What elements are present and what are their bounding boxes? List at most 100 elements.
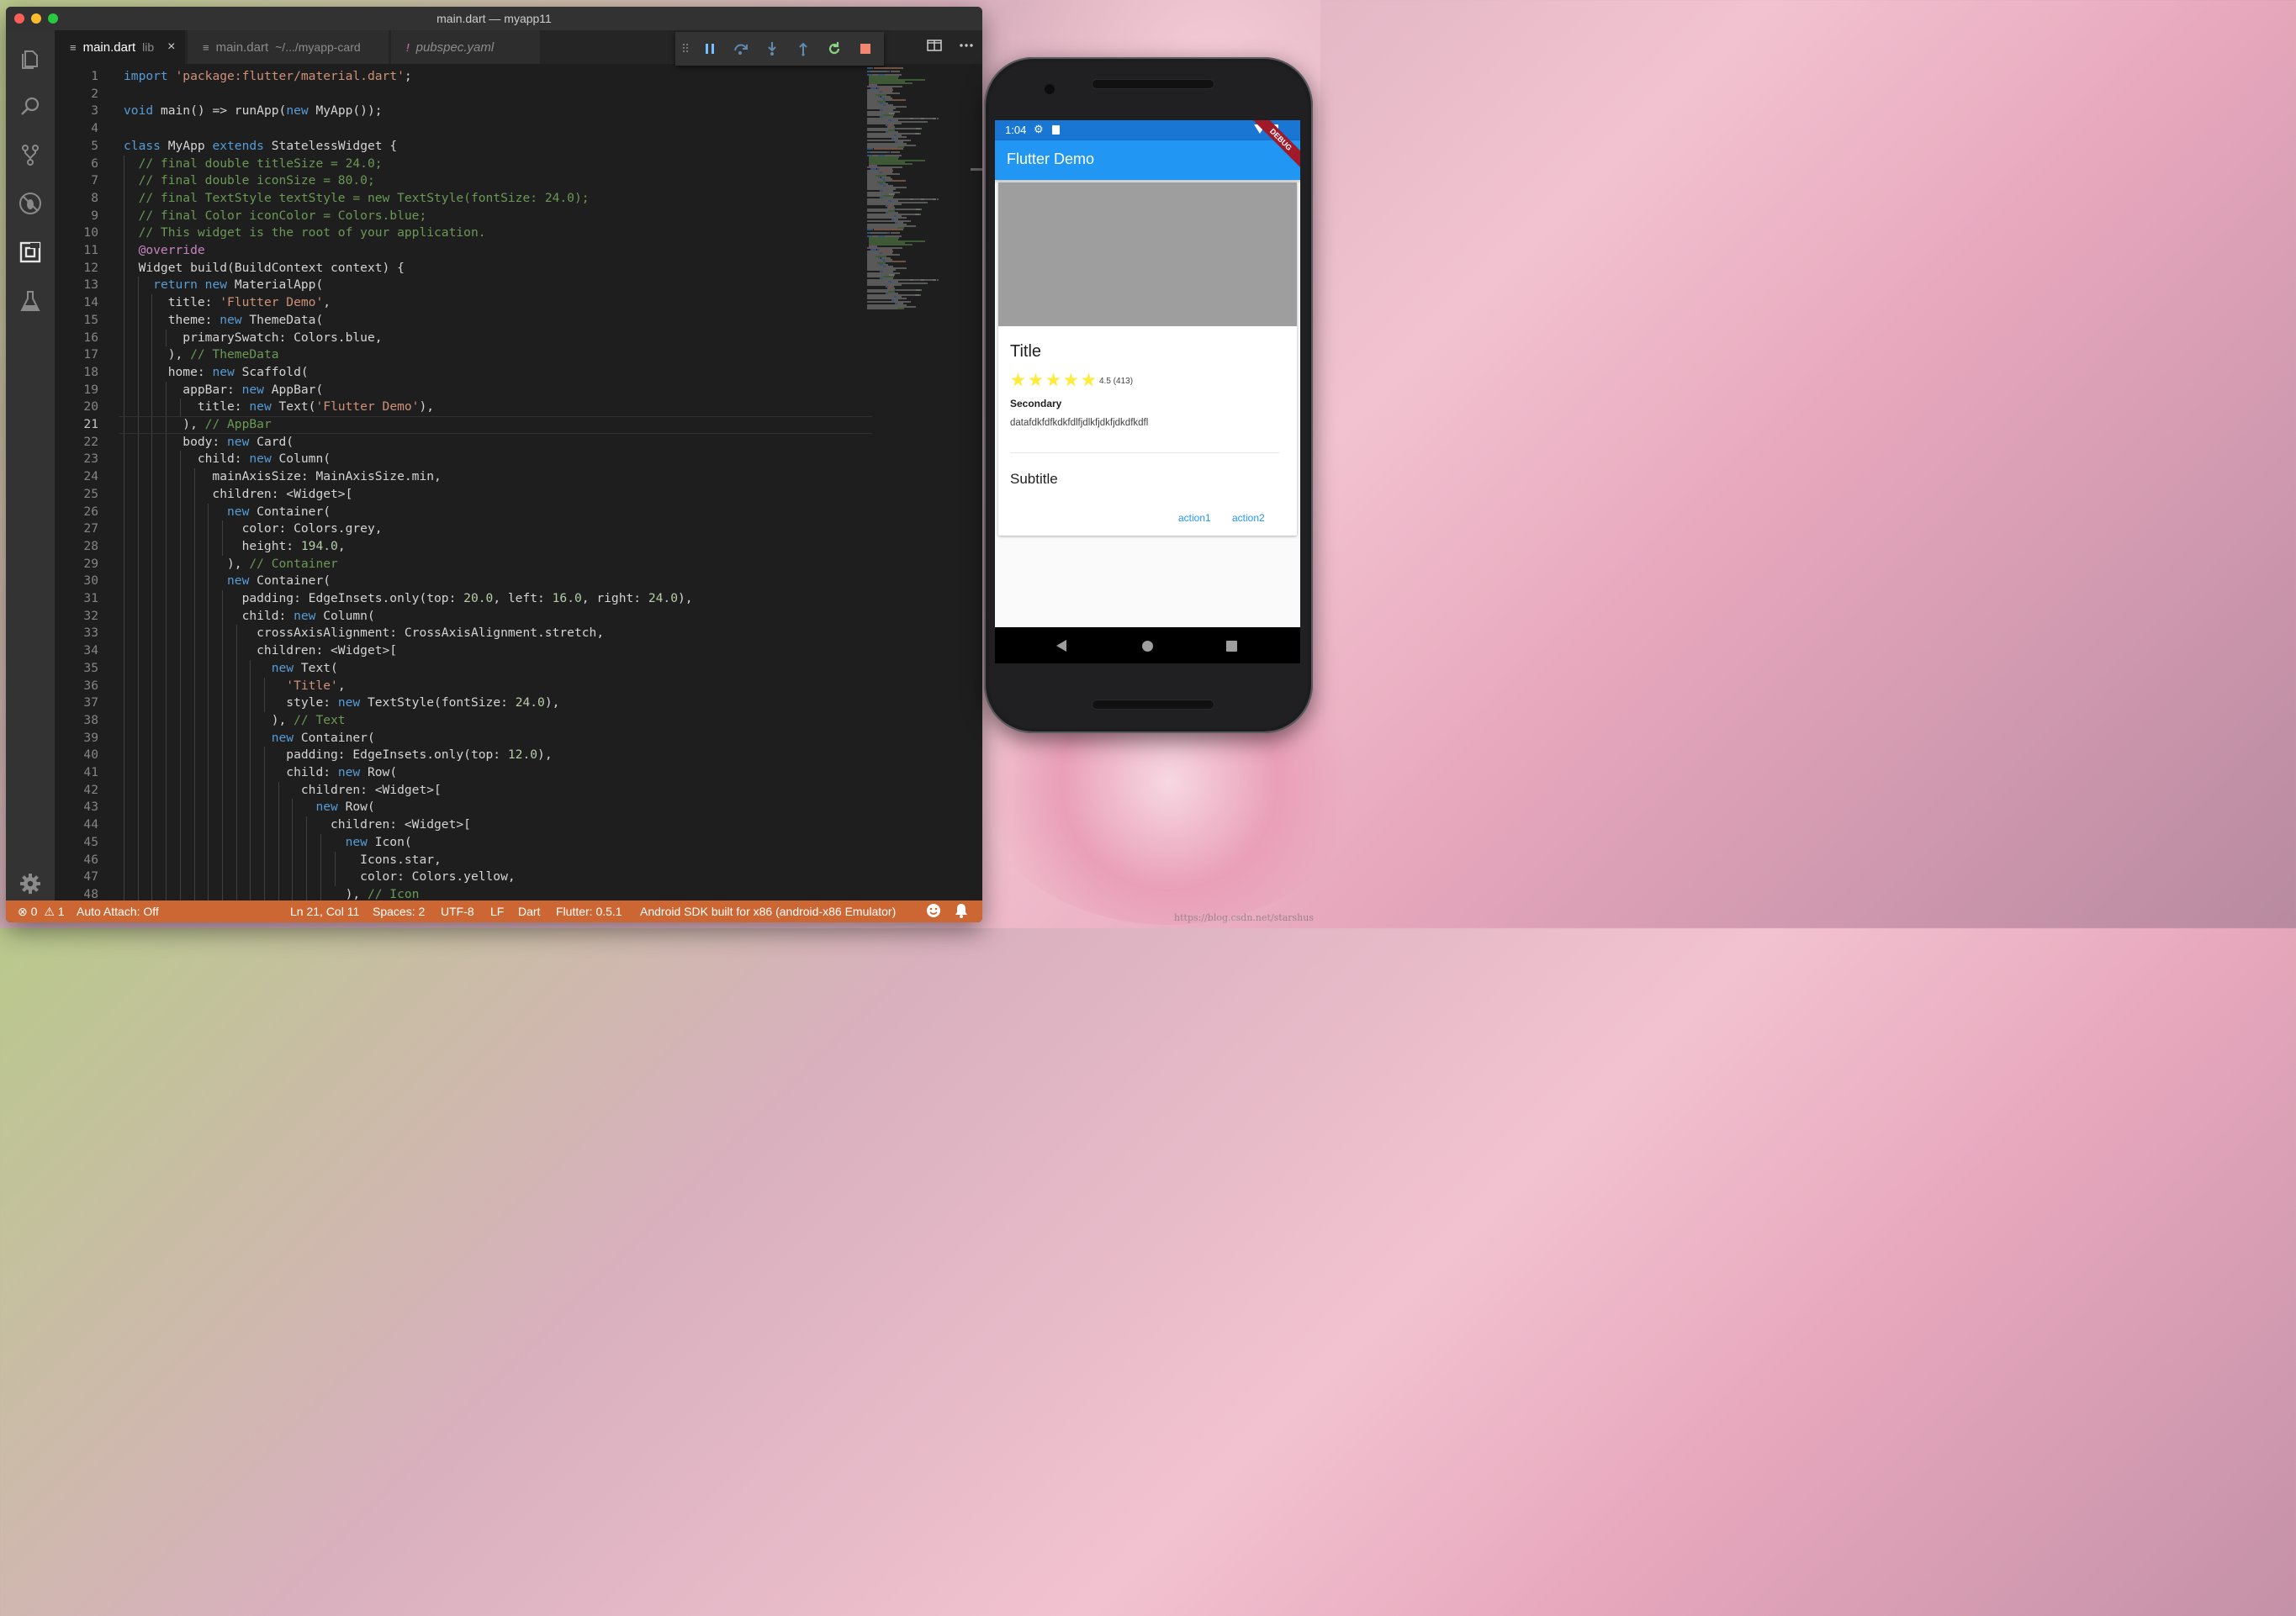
code-line[interactable]: 36 'Title',	[55, 678, 872, 695]
flutter-version[interactable]: Flutter: 0.5.1	[556, 905, 622, 918]
encoding-status[interactable]: UTF-8	[441, 905, 474, 918]
code-line[interactable]: 46 Icons.star,	[55, 852, 872, 869]
code-line[interactable]: 45 new Icon(	[55, 834, 872, 852]
smiley-feedback-icon[interactable]	[926, 903, 941, 921]
code-line[interactable]: 28 height: 194.0,	[55, 538, 872, 556]
drag-handle-icon[interactable]: ⠿	[675, 42, 694, 56]
notifications-bell-icon[interactable]	[955, 903, 968, 921]
code-line[interactable]: 15 theme: new ThemeData(	[55, 312, 872, 330]
code-editor[interactable]: 1 import 'package:flutter/material.dart';…	[55, 64, 872, 900]
cursor-position[interactable]: Ln 21, Col 11	[290, 905, 359, 918]
code-line[interactable]: 33 crossAxisAlignment: CrossAxisAlignmen…	[55, 625, 872, 642]
debug-icon[interactable]	[18, 191, 43, 216]
stop-button[interactable]	[849, 32, 881, 66]
action1-button[interactable]: action1	[1178, 512, 1211, 524]
code-line[interactable]: 31 padding: EdgeInsets.only(top: 20.0, l…	[55, 590, 872, 608]
search-icon[interactable]	[18, 94, 43, 119]
code-line[interactable]: 44 children: <Widget>[	[55, 816, 872, 834]
recents-nav-icon[interactable]	[1226, 641, 1237, 652]
code-line[interactable]: 8 // final TextStyle textStyle = new Tex…	[55, 190, 872, 208]
code-line[interactable]: 14 title: 'Flutter Demo',	[55, 294, 872, 312]
code-token: 24.0	[648, 591, 679, 605]
code-line[interactable]: 17 ), // ThemeData	[55, 346, 872, 364]
code-line[interactable]: 3 void main() => runApp(new MyApp());	[55, 103, 872, 120]
code-line[interactable]: 43 new Row(	[55, 799, 872, 816]
action2-button[interactable]: action2	[1232, 512, 1265, 524]
code-line[interactable]: 40 padding: EdgeInsets.only(top: 12.0),	[55, 747, 872, 764]
test-flask-icon[interactable]	[18, 288, 43, 314]
indentation-status[interactable]: Spaces: 2	[373, 905, 425, 918]
step-over-button[interactable]	[725, 32, 756, 66]
code-line[interactable]: 4	[55, 120, 872, 138]
code-line[interactable]: 35 new Text(	[55, 660, 872, 678]
code-line[interactable]: 42 children: <Widget>[	[55, 782, 872, 800]
code-line[interactable]: 39 new Container(	[55, 730, 872, 747]
code-line[interactable]: 26 new Container(	[55, 504, 872, 521]
code-line[interactable]: 9 // final Color iconColor = Colors.blue…	[55, 208, 872, 225]
code-text: import 'package:flutter/material.dart';	[124, 68, 412, 86]
code-line[interactable]: 30 new Container(	[55, 573, 872, 590]
line-number: 34	[83, 643, 98, 658]
tab-pubspec-yaml[interactable]: ! pubspec.yaml	[391, 30, 541, 64]
source-control-icon[interactable]	[18, 142, 43, 167]
code-line[interactable]: 22 body: new Card(	[55, 434, 872, 452]
code-line[interactable]: 37 style: new TextStyle(fontSize: 24.0),	[55, 694, 872, 712]
code-line[interactable]: 6 // final double titleSize = 24.0;	[55, 156, 872, 173]
code-line[interactable]: 38 ), // Text	[55, 712, 872, 730]
code-line[interactable]: 34 children: <Widget>[	[55, 642, 872, 660]
code-line[interactable]: 47 color: Colors.yellow,	[55, 869, 872, 886]
code-token: children: <Widget>[	[124, 486, 353, 501]
code-line[interactable]: 29 ), // Container	[55, 556, 872, 573]
scrollbar-thumb[interactable]	[971, 168, 982, 171]
problems-indicator[interactable]: ⊗ 0 ⚠ 1	[18, 905, 65, 919]
split-editor-icon[interactable]	[927, 39, 942, 56]
settings-gear-icon[interactable]	[18, 871, 43, 896]
code-line[interactable]: 1 import 'package:flutter/material.dart';	[55, 68, 872, 86]
line-number: 48	[83, 886, 98, 900]
line-number: 28	[83, 538, 98, 553]
back-nav-icon[interactable]	[1056, 640, 1066, 652]
code-line[interactable]: 12 Widget build(BuildContext context) {	[55, 260, 872, 277]
code-line[interactable]: 32 child: new Column(	[55, 608, 872, 626]
step-into-icon	[767, 42, 776, 55]
code-line[interactable]: 25 children: <Widget>[	[55, 486, 872, 504]
code-line[interactable]: 7 // final double iconSize = 80.0;	[55, 172, 872, 190]
step-out-button[interactable]	[787, 32, 818, 66]
pause-button[interactable]	[694, 32, 725, 66]
language-mode[interactable]: Dart	[518, 905, 540, 918]
code-token: new	[294, 608, 316, 623]
home-nav-icon[interactable]	[1142, 641, 1153, 652]
step-into-button[interactable]	[756, 32, 787, 66]
code-line[interactable]: 27 color: Colors.grey,	[55, 520, 872, 538]
code-line[interactable]: 10 // This widget is the root of your ap…	[55, 224, 872, 242]
code-line[interactable]: 16 primarySwatch: Colors.blue,	[55, 330, 872, 347]
extensions-icon[interactable]	[18, 240, 43, 265]
code-line[interactable]: 24 mainAxisSize: MainAxisSize.min,	[55, 468, 872, 486]
device-selector[interactable]: Android SDK built for x86 (android-x86 E…	[640, 905, 896, 918]
eol-status[interactable]: LF	[490, 905, 504, 918]
code-line[interactable]: 23 child: new Column(	[55, 451, 872, 468]
code-line[interactable]: 13 return new MaterialApp(	[55, 277, 872, 294]
code-line[interactable]: 20 title: new Text('Flutter Demo'),	[55, 399, 872, 416]
tab-main-dart-myapp-card[interactable]: ≡ main.dart ~/.../myapp-card	[188, 30, 389, 64]
explorer-icon[interactable]	[18, 45, 43, 71]
more-actions-icon[interactable]	[959, 39, 974, 56]
minimap[interactable]	[867, 67, 960, 311]
restart-button[interactable]	[818, 32, 849, 66]
code-line[interactable]: 19 appBar: new AppBar(	[55, 382, 872, 399]
card: Title ★ ★ ★ ★ ★ 4.5 (413) Secondary data…	[998, 182, 1297, 536]
code-text: primarySwatch: Colors.blue,	[124, 330, 382, 347]
code-line[interactable]: 5 class MyApp extends StatelessWidget {	[55, 138, 872, 156]
code-line[interactable]: 21 ), // AppBar	[55, 416, 872, 434]
code-line[interactable]: 11 @override	[55, 242, 872, 260]
code-token: height:	[124, 538, 301, 553]
code-line[interactable]: 48 ), // Icon	[55, 886, 872, 900]
code-line[interactable]: 2	[55, 86, 872, 103]
code-line[interactable]: 41 child: new Row(	[55, 764, 872, 782]
code-line[interactable]: 18 home: new Scaffold(	[55, 364, 872, 382]
tab-main-dart-lib[interactable]: ≡ main.dart lib ×	[55, 30, 186, 64]
close-tab-icon[interactable]: ×	[167, 40, 175, 55]
auto-attach-status[interactable]: Auto Attach: Off	[77, 905, 159, 918]
